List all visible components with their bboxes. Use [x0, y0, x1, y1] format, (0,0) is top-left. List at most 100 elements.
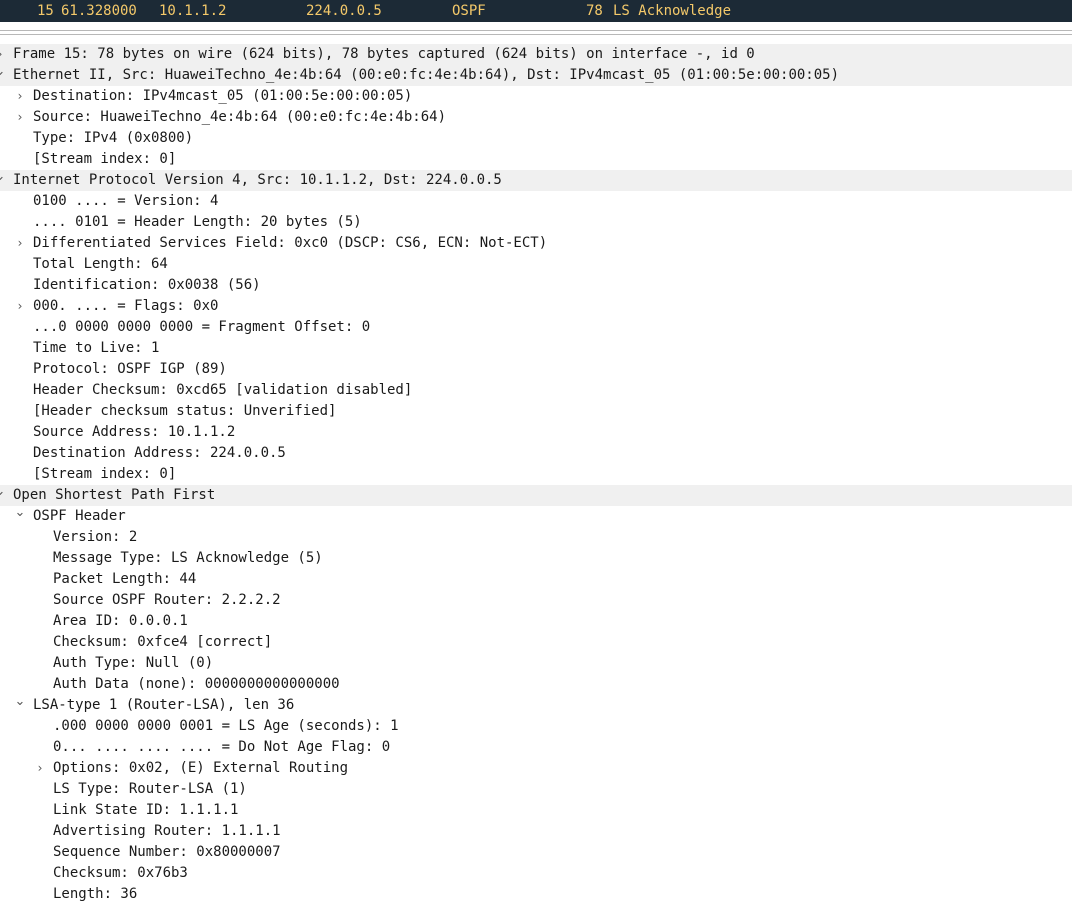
packet-source: 10.1.1.2 — [159, 3, 227, 19]
tree-row[interactable]: .000 0000 0000 0001 = LS Age (seconds): … — [0, 716, 1072, 737]
tree-row[interactable]: Sequence Number: 0x80000007 — [0, 842, 1072, 863]
tree-row-label: Advertising Router: 1.1.1.1 — [53, 823, 281, 839]
tree-row-label: Time to Live: 1 — [33, 340, 160, 356]
tree-row[interactable]: Source Address: 10.1.1.2 — [0, 422, 1072, 443]
chevron-right-icon[interactable]: › — [14, 86, 26, 107]
tree-row-label: [Stream index: 0] — [33, 466, 177, 482]
tree-row[interactable]: Protocol: OSPF IGP (89) — [0, 359, 1072, 380]
tree-row[interactable]: › Differentiated Services Field: 0xc0 (DS… — [0, 233, 1072, 254]
chevron-right-icon[interactable]: › — [14, 233, 26, 254]
packet-time: 61.328000 — [61, 3, 137, 19]
tree-row-label: Internet Protocol Version 4, Src: 10.1.1… — [13, 172, 502, 188]
tree-row[interactable]: .... 0101 = Header Length: 20 bytes (5) — [0, 212, 1072, 233]
tree-row-label: 0... .... .... .... = Do Not Age Flag: 0 — [53, 739, 391, 755]
packet-details-tree: › Frame 15: 78 bytes on wire (624 bits), … — [0, 44, 1072, 905]
tree-row[interactable]: LS Type: Router-LSA (1) — [0, 779, 1072, 800]
packet-number: 15 — [37, 3, 54, 19]
tree-row[interactable]: Length: 36 — [0, 884, 1072, 905]
tree-row[interactable]: Time to Live: 1 — [0, 338, 1072, 359]
tree-row[interactable]: Auth Type: Null (0) — [0, 653, 1072, 674]
tree-row[interactable]: Packet Length: 44 — [0, 569, 1072, 590]
chevron-down-icon[interactable]: ⌄ — [0, 170, 6, 191]
tree-row[interactable]: Checksum: 0xfce4 [correct] — [0, 632, 1072, 653]
tree-row-label: Header Checksum: 0xcd65 [validation disa… — [33, 382, 413, 398]
tree-row-label: Source Address: 10.1.1.2 — [33, 424, 236, 440]
tree-row[interactable]: Link State ID: 1.1.1.1 — [0, 800, 1072, 821]
chevron-right-icon[interactable]: › — [0, 44, 6, 65]
tree-row[interactable]: Area ID: 0.0.0.1 — [0, 611, 1072, 632]
tree-row-label: .000 0000 0000 0001 = LS Age (seconds): … — [53, 718, 399, 734]
tree-row-label: Frame 15: 78 bytes on wire (624 bits), 7… — [13, 46, 755, 62]
tree-row-label: Open Shortest Path First — [13, 487, 216, 503]
tree-row-label: ...0 0000 0000 0000 = Fragment Offset: 0 — [33, 319, 371, 335]
tree-row[interactable]: Advertising Router: 1.1.1.1 — [0, 821, 1072, 842]
tree-row-label: Source: HuaweiTechno_4e:4b:64 (00:e0:fc:… — [33, 109, 447, 125]
chevron-down-icon[interactable]: ⌄ — [14, 695, 26, 716]
chevron-down-icon[interactable]: ⌄ — [0, 485, 6, 506]
tree-row-label: .... 0101 = Header Length: 20 bytes (5) — [33, 214, 362, 230]
tree-row-label: Options: 0x02, (E) External Routing — [53, 760, 349, 776]
tree-row-label: [Header checksum status: Unverified] — [33, 403, 337, 419]
tree-row[interactable]: [Stream index: 0] — [0, 149, 1072, 170]
tree-section[interactable]: ⌄ Ethernet II, Src: HuaweiTechno_4e:4b:64… — [0, 65, 1072, 86]
tree-row-label: Length: 36 — [53, 886, 138, 902]
tree-row-label: Checksum: 0x76b3 — [53, 865, 188, 881]
tree-section[interactable]: › Frame 15: 78 bytes on wire (624 bits), … — [0, 44, 1072, 65]
tree-row[interactable]: Type: IPv4 (0x0800) — [0, 128, 1072, 149]
tree-row[interactable]: Identification: 0x0038 (56) — [0, 275, 1072, 296]
tree-row-label: Identification: 0x0038 (56) — [33, 277, 261, 293]
tree-row-label: Differentiated Services Field: 0xc0 (DSC… — [33, 235, 548, 251]
tree-row[interactable]: Destination Address: 224.0.0.5 — [0, 443, 1072, 464]
tree-row[interactable]: 0100 .... = Version: 4 — [0, 191, 1072, 212]
tree-row-label: Version: 2 — [53, 529, 138, 545]
tree-row[interactable]: Source OSPF Router: 2.2.2.2 — [0, 590, 1072, 611]
pane-splitter[interactable] — [0, 22, 1072, 44]
tree-row-label: Destination Address: 224.0.0.5 — [33, 445, 286, 461]
tree-row-label: Checksum: 0xfce4 [correct] — [53, 634, 273, 650]
tree-section[interactable]: ⌄ Internet Protocol Version 4, Src: 10.1.… — [0, 170, 1072, 191]
tree-row[interactable]: › Source: HuaweiTechno_4e:4b:64 (00:e0:fc… — [0, 107, 1072, 128]
tree-row[interactable]: › 000. .... = Flags: 0x0 — [0, 296, 1072, 317]
tree-row-label: Auth Data (none): 0000000000000000 — [53, 676, 340, 692]
packet-info: LS Acknowledge — [613, 3, 732, 19]
tree-row[interactable]: ⌄ LSA-type 1 (Router-LSA), len 36 — [0, 695, 1072, 716]
tree-row-label: LSA-type 1 (Router-LSA), len 36 — [33, 697, 295, 713]
tree-row[interactable]: Total Length: 64 — [0, 254, 1072, 275]
tree-row[interactable]: Auth Data (none): 0000000000000000 — [0, 674, 1072, 695]
tree-row-label: LS Type: Router-LSA (1) — [53, 781, 247, 797]
tree-section[interactable]: ⌄ Open Shortest Path First — [0, 485, 1072, 506]
tree-row[interactable]: [Stream index: 0] — [0, 464, 1072, 485]
chevron-right-icon[interactable]: › — [14, 107, 26, 128]
tree-row[interactable]: ⌄ OSPF Header — [0, 506, 1072, 527]
tree-row-label: Source OSPF Router: 2.2.2.2 — [53, 592, 281, 608]
chevron-right-icon[interactable]: › — [34, 758, 46, 779]
tree-row-label: Area ID: 0.0.0.1 — [53, 613, 188, 629]
tree-row-label: [Stream index: 0] — [33, 151, 177, 167]
tree-row-label: OSPF Header — [33, 508, 126, 524]
chevron-down-icon[interactable]: ⌄ — [14, 506, 26, 527]
tree-row[interactable]: Checksum: 0x76b3 — [0, 863, 1072, 884]
tree-row[interactable]: › Destination: IPv4mcast_05 (01:00:5e:00:… — [0, 86, 1072, 107]
tree-row[interactable]: Message Type: LS Acknowledge (5) — [0, 548, 1072, 569]
tree-row-label: Packet Length: 44 — [53, 571, 197, 587]
tree-row[interactable]: ...0 0000 0000 0000 = Fragment Offset: 0 — [0, 317, 1072, 338]
tree-row-label: Auth Type: Null (0) — [53, 655, 214, 671]
tree-row[interactable]: Version: 2 — [0, 527, 1072, 548]
packet-protocol: OSPF — [452, 3, 486, 19]
tree-row-label: Destination: IPv4mcast_05 (01:00:5e:00:0… — [33, 88, 413, 104]
tree-row-label: 000. .... = Flags: 0x0 — [33, 298, 219, 314]
tree-row[interactable]: 0... .... .... .... = Do Not Age Flag: 0 — [0, 737, 1072, 758]
tree-row[interactable]: Header Checksum: 0xcd65 [validation disa… — [0, 380, 1072, 401]
packet-destination: 224.0.0.5 — [306, 3, 382, 19]
packet-list-selected-row[interactable]: 15 61.328000 10.1.1.2 224.0.0.5 OSPF 78 … — [0, 0, 1072, 22]
tree-row-label: Message Type: LS Acknowledge (5) — [53, 550, 323, 566]
tree-row-label: Link State ID: 1.1.1.1 — [53, 802, 239, 818]
tree-row[interactable]: [Header checksum status: Unverified] — [0, 401, 1072, 422]
chevron-right-icon[interactable]: › — [14, 296, 26, 317]
tree-row-label: Type: IPv4 (0x0800) — [33, 130, 194, 146]
tree-row-label: Ethernet II, Src: HuaweiTechno_4e:4b:64 … — [13, 67, 840, 83]
chevron-down-icon[interactable]: ⌄ — [0, 65, 6, 86]
tree-row-label: Total Length: 64 — [33, 256, 168, 272]
tree-row[interactable]: › Options: 0x02, (E) External Routing — [0, 758, 1072, 779]
tree-row-label: 0100 .... = Version: 4 — [33, 193, 219, 209]
